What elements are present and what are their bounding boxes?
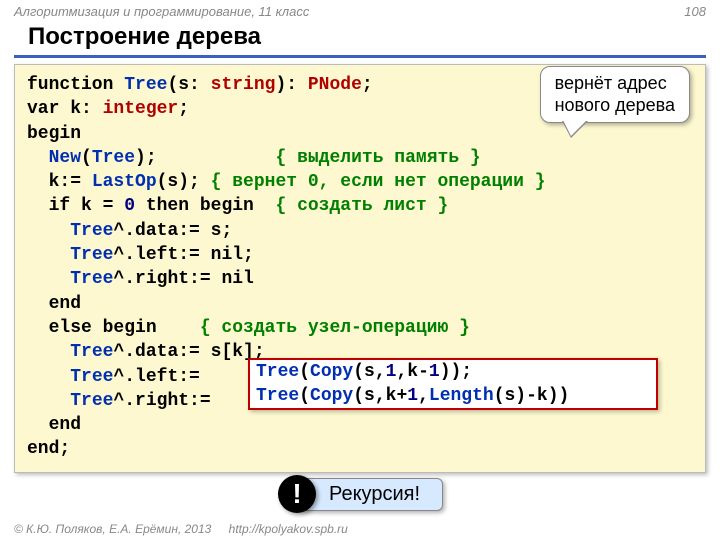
recursion-label: Рекурсия! — [298, 478, 443, 511]
callout-line1: вернёт адрес — [555, 73, 675, 95]
copyright: © К.Ю. Поляков, Е.А. Ерёмин, 2013 — [14, 522, 211, 536]
highlight-recursion-box: Tree(Copy(s,1,k-1)); Tree(Copy(s,k+1,Len… — [248, 358, 658, 410]
footer-url: http://kpolyakov.spb.ru — [229, 522, 348, 536]
code-block: function Tree(s: string): PNode; var k: … — [14, 64, 706, 473]
slide-header: Алгоритмизация и программирование, 11 кл… — [0, 0, 720, 21]
recursion-callout: ! Рекурсия! — [278, 475, 443, 513]
course-name: Алгоритмизация и программирование, 11 кл… — [14, 4, 309, 19]
exclaim-icon: ! — [278, 475, 316, 513]
page-number: 108 — [684, 4, 706, 19]
callout-line2: нового дерева — [555, 95, 675, 117]
slide-footer: © К.Ю. Поляков, Е.А. Ерёмин, 2013 http:/… — [14, 522, 348, 536]
title-underline — [14, 55, 706, 58]
callout-return-address: вернёт адрес нового дерева — [540, 66, 690, 123]
slide-title: Построение дерева — [0, 21, 720, 55]
